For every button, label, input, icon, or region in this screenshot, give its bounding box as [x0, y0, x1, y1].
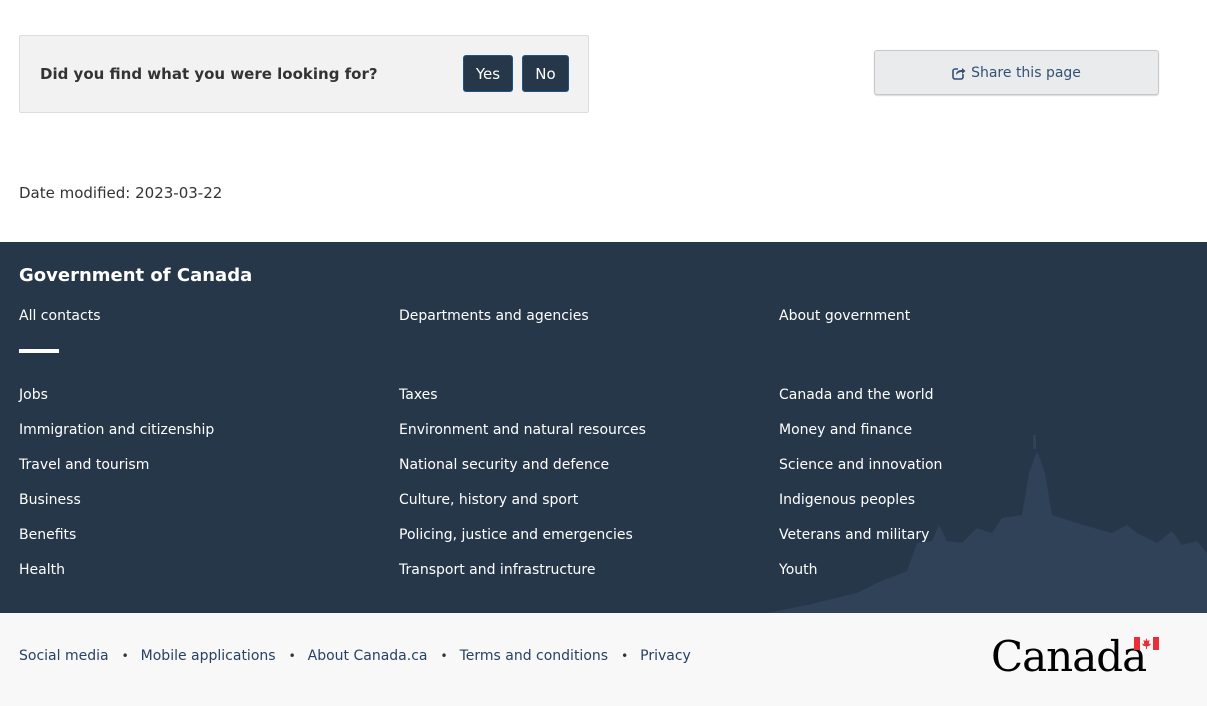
share-icon: [952, 65, 967, 80]
about-canada-link[interactable]: About Canada.ca: [308, 648, 428, 664]
footer-link[interactable]: Jobs: [19, 378, 214, 413]
footer-column-1: Jobs Immigration and citizenship Travel …: [19, 378, 214, 588]
no-button[interactable]: No: [522, 55, 569, 92]
footer-link[interactable]: National security and defence: [399, 448, 646, 483]
footer-title: Government of Canada: [19, 265, 253, 286]
footer-link[interactable]: Canada and the world: [779, 378, 942, 413]
footer-column-3: Canada and the world Money and finance S…: [779, 378, 942, 588]
footer-link[interactable]: Travel and tourism: [19, 448, 214, 483]
yes-button[interactable]: Yes: [463, 55, 513, 92]
footer-link[interactable]: Money and finance: [779, 413, 942, 448]
terms-conditions-link[interactable]: Terms and conditions: [460, 648, 609, 664]
footer-link[interactable]: Immigration and citizenship: [19, 413, 214, 448]
share-page-button[interactable]: Share this page: [874, 50, 1159, 95]
share-label: Share this page: [971, 64, 1081, 81]
feedback-question: Did you find what you were looking for?: [40, 65, 378, 83]
footer-main: Government of Canada All contacts Depart…: [0, 242, 1207, 613]
footer-link[interactable]: Youth: [779, 553, 942, 588]
separator: •: [621, 649, 629, 663]
footer-link[interactable]: Veterans and military: [779, 518, 942, 553]
mobile-applications-link[interactable]: Mobile applications: [141, 648, 276, 664]
footer-link[interactable]: Benefits: [19, 518, 214, 553]
privacy-link[interactable]: Privacy: [640, 648, 691, 664]
footer-link[interactable]: Health: [19, 553, 214, 588]
social-media-link[interactable]: Social media: [19, 648, 109, 664]
wordmark-text: Canada: [991, 632, 1147, 681]
about-government-link[interactable]: About government: [779, 308, 910, 324]
separator: •: [121, 649, 129, 663]
feedback-panel: Did you find what you were looking for? …: [19, 35, 589, 113]
section-divider: [19, 349, 59, 353]
date-modified: Date modified: 2023-03-22: [19, 184, 223, 202]
bottom-links: Social media • Mobile applications • Abo…: [19, 648, 691, 664]
footer-link[interactable]: Policing, justice and emergencies: [399, 518, 646, 553]
all-contacts-link[interactable]: All contacts: [19, 308, 101, 324]
footer-link[interactable]: Culture, history and sport: [399, 483, 646, 518]
footer-link[interactable]: Science and innovation: [779, 448, 942, 483]
separator: •: [288, 649, 296, 663]
footer-bottom: Social media • Mobile applications • Abo…: [0, 613, 1207, 706]
footer-link[interactable]: Environment and natural resources: [399, 413, 646, 448]
canada-wordmark-logo: Canada: [991, 635, 1161, 679]
canada-flag-icon: [1134, 637, 1159, 650]
footer-link[interactable]: Taxes: [399, 378, 646, 413]
separator: •: [440, 649, 448, 663]
footer-link[interactable]: Business: [19, 483, 214, 518]
footer-column-2: Taxes Environment and natural resources …: [399, 378, 646, 588]
footer-link[interactable]: Transport and infrastructure: [399, 553, 646, 588]
footer-link[interactable]: Indigenous peoples: [779, 483, 942, 518]
departments-agencies-link[interactable]: Departments and agencies: [399, 308, 589, 324]
